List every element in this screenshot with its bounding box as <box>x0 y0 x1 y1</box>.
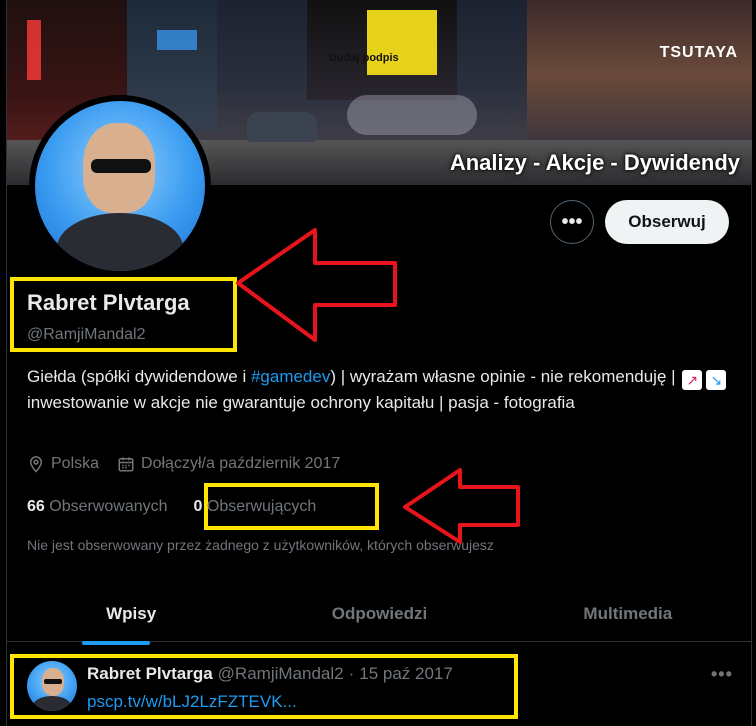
bio-text: ) | wyrażam własne opinie - nie rekomend… <box>330 367 681 386</box>
active-tab-indicator <box>82 641 150 645</box>
banner-sign <box>157 30 197 50</box>
banner-overlay-text: Dodaj podpis <box>329 52 399 64</box>
followers-link[interactable]: 0 Obserwujących <box>194 498 317 516</box>
joined-text: Dołączył/a październik 2017 <box>141 455 341 472</box>
tab-media[interactable]: Multimedia <box>504 590 752 641</box>
bio-hashtag-link[interactable]: #gamedev <box>251 367 330 386</box>
location-item: Polska <box>27 455 99 473</box>
profile-avatar[interactable] <box>29 95 211 277</box>
banner-billboard <box>367 10 437 75</box>
banner-car <box>247 112 317 142</box>
profile-name: Rabret Plvtarga <box>27 290 190 315</box>
following-link[interactable]: 66 Obserwowanych <box>27 498 168 516</box>
profile-stats: 66 Obserwowanych 0 Obserwujących <box>27 498 316 516</box>
followers-label: Obserwujących <box>206 498 317 515</box>
post-link[interactable]: pscp.tv/w/bLJ2LzFZTEVK... <box>87 692 297 712</box>
avatar-shirt <box>33 696 71 711</box>
follow-button[interactable]: Obserwuj <box>605 200 729 244</box>
annotation-arrow-followers <box>403 468 520 544</box>
post-separator: · <box>348 664 355 683</box>
tab-posts[interactable]: Wpisy <box>7 590 255 641</box>
chart-increasing-icon: ↗ <box>682 370 703 390</box>
banner-car <box>347 95 477 135</box>
location-pin-icon <box>29 456 43 473</box>
tab-replies[interactable]: Odpowiedzi <box>255 590 503 641</box>
profile-page: Dodaj podpis TSUTAYA Analizy - Akcje - D… <box>6 0 752 726</box>
banner-store-sign: TSUTAYA <box>659 44 738 61</box>
post-header: Rabret Plvtarga @RamjiMandal2 · 15 paź 2… <box>87 664 453 684</box>
profile-handle: @RamjiMandal2 <box>27 326 146 343</box>
location-text: Polska <box>51 455 100 472</box>
bio-text: Giełda (spółki dywidendowe i <box>27 367 251 386</box>
bio-text: inwestowanie w akcje nie gwarantuje ochr… <box>27 393 575 412</box>
banner-caption: Analizy - Akcje - Dywidendy <box>449 150 740 175</box>
profile-meta: Polska Dołączył/a październik 2017 <box>27 455 340 473</box>
profile-tabs: Wpisy Odpowiedzi Multimedia <box>7 590 752 642</box>
post-handle[interactable]: @RamjiMandal2 <box>218 664 344 684</box>
post-author[interactable]: Rabret Plvtarga <box>87 664 213 684</box>
avatar-photo <box>35 101 205 271</box>
following-count: 66 <box>27 498 45 515</box>
post-more-button[interactable]: ••• <box>711 664 733 685</box>
banner-building <box>527 0 752 150</box>
banner-sign <box>27 20 41 80</box>
following-label: Obserwowanych <box>49 498 168 515</box>
calendar-icon <box>118 457 134 472</box>
more-options-button[interactable]: ••• <box>550 200 594 244</box>
avatar-sunglasses <box>91 159 151 173</box>
avatar-sunglasses <box>44 679 62 684</box>
chart-decreasing-icon: ↘ <box>706 370 727 390</box>
followers-count: 0 <box>193 498 203 515</box>
post-avatar[interactable] <box>27 661 77 711</box>
annotation-arrow-name <box>236 228 397 342</box>
avatar-shirt <box>57 213 183 271</box>
profile-bio: Giełda (spółki dywidendowe i #gamedev) |… <box>27 364 737 415</box>
joined-item: Dołączył/a październik 2017 <box>117 455 340 473</box>
post-date[interactable]: 15 paź 2017 <box>359 664 453 684</box>
